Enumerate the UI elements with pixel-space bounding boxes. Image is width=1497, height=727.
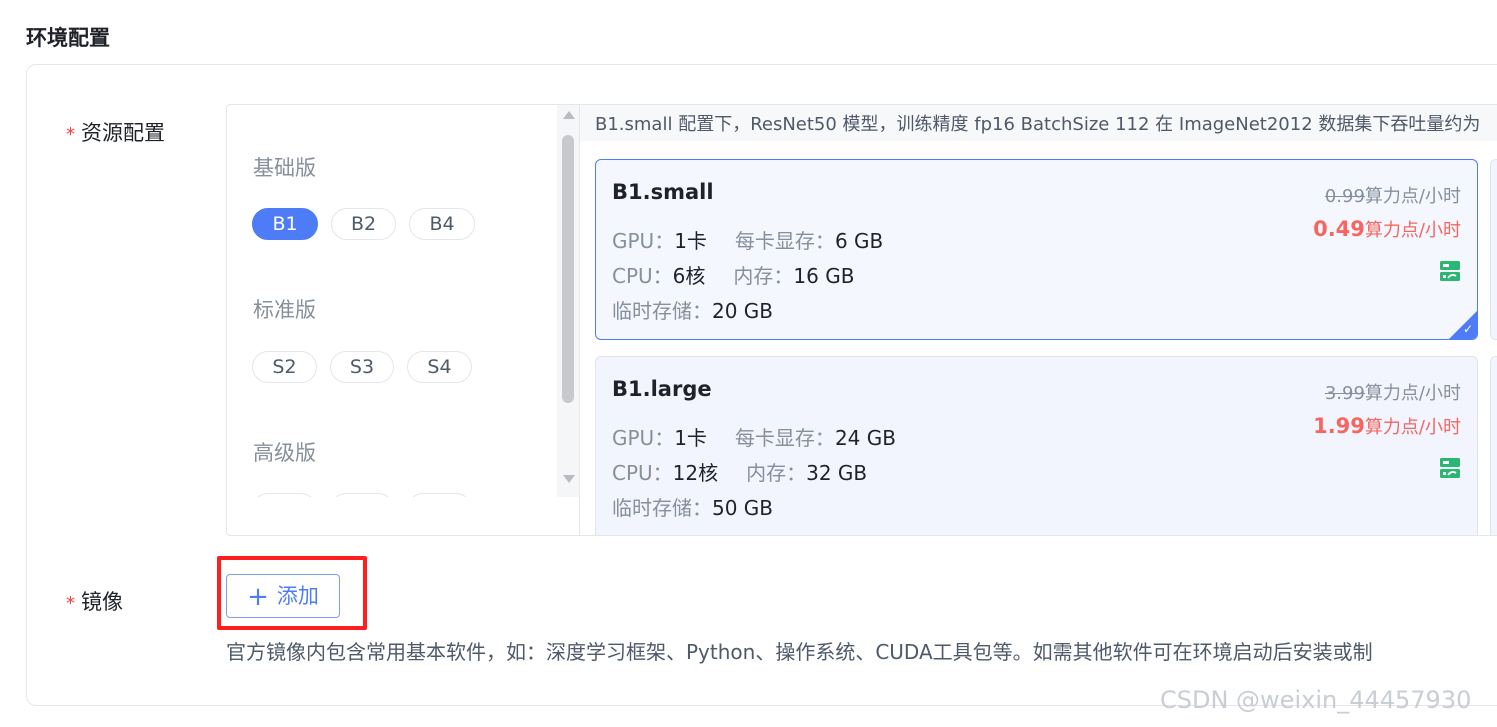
storage-value: 50 GB	[712, 496, 774, 520]
tier-chip-b2[interactable]: B2	[331, 208, 396, 240]
resource-config-label-text: 资源配置	[81, 121, 165, 145]
spec-row-cpu: CPU：6核 内存：16 GB	[612, 260, 854, 289]
cpu-value: 6核	[672, 264, 706, 288]
spec-row-storage: 临时存储：50 GB	[612, 492, 773, 521]
spec-name: B1.small	[612, 180, 714, 204]
required-mark: *	[66, 124, 75, 145]
gpu-value: 1卡	[674, 229, 707, 253]
check-icon: ✓	[1462, 322, 1473, 336]
discount-price: 0.49算力点/小时	[1313, 217, 1461, 241]
highlight-box	[217, 556, 367, 630]
tier-chip-b4[interactable]: B4	[409, 208, 475, 240]
cpu-value: 12核	[672, 461, 719, 485]
original-price: 0.99算力点/小时	[1324, 186, 1461, 207]
watermark: CSDN @weixin_44457930	[1160, 686, 1472, 714]
cpu-label: CPU：	[612, 264, 673, 288]
required-mark: *	[66, 593, 75, 614]
spec-list: B1.small 配置下，ResNet50 模型，训练精度 fp16 Batch…	[580, 105, 1497, 535]
mem-value: 32 GB	[806, 461, 868, 485]
section-title: 环境配置	[26, 26, 110, 50]
storage-label: 临时存储：	[612, 496, 712, 520]
tier-chip-s3[interactable]: S3	[330, 351, 394, 383]
gpu-value: 1卡	[674, 426, 707, 450]
spec-row-gpu: GPU：1卡 每卡显存：6 GB	[612, 225, 883, 254]
spec-row-cpu: CPU：12核 内存：32 GB	[612, 457, 867, 486]
tier-title-basic: 基础版	[253, 156, 316, 180]
scroll-thumb[interactable]	[562, 135, 574, 403]
vram-label: 每卡显存：	[734, 229, 835, 253]
discount-price: 1.99算力点/小时	[1313, 414, 1461, 438]
server-icon	[1440, 261, 1460, 281]
storage-value: 20 GB	[712, 299, 774, 323]
scroll-down-arrow-icon[interactable]	[563, 475, 575, 483]
resource-selector: 基础版 B1 B2 B4 标准版 S2 S3 S4 高级版 B1.small 配…	[226, 104, 1497, 536]
mem-label: 内存：	[733, 264, 794, 288]
gpu-label: GPU：	[612, 426, 675, 450]
storage-label: 临时存储：	[612, 299, 712, 323]
vram-value: 6 GB	[834, 229, 884, 253]
gpu-label: GPU：	[612, 229, 675, 253]
tier-chip-s4[interactable]: S4	[407, 351, 472, 383]
tier-title-standard: 标准版	[253, 298, 316, 322]
image-label: * 镜像	[66, 586, 123, 616]
tier-chip-partial[interactable]	[330, 493, 394, 497]
image-label-text: 镜像	[81, 590, 123, 614]
mem-value: 16 GB	[793, 264, 855, 288]
tier-scrollbar[interactable]	[557, 105, 579, 497]
resource-config-label: * 资源配置	[66, 117, 165, 147]
image-help-text: 官方镜像内包含常用基本软件，如：深度学习框架、Python、操作系统、CUDA工…	[226, 640, 1373, 664]
original-price: 3.99算力点/小时	[1324, 383, 1461, 404]
scroll-up-arrow-icon[interactable]	[563, 111, 575, 119]
spec-card-peek[interactable]	[1490, 159, 1497, 340]
tier-chip-s2[interactable]: S2	[252, 351, 317, 383]
spec-card-peek[interactable]	[1490, 356, 1497, 535]
performance-note: B1.small 配置下，ResNet50 模型，训练精度 fp16 Batch…	[580, 105, 1497, 141]
spec-row-gpu: GPU：1卡 每卡显存：24 GB	[612, 422, 896, 451]
tier-list[interactable]: 基础版 B1 B2 B4 标准版 S2 S3 S4 高级版	[227, 105, 555, 497]
tier-chip-partial[interactable]	[407, 493, 472, 497]
spec-card-b1-small[interactable]: B1.small GPU：1卡 每卡显存：6 GB CPU：6核 内存：16 GB …	[595, 159, 1478, 340]
spec-row-storage: 临时存储：20 GB	[612, 295, 773, 324]
vram-label: 每卡显存：	[734, 426, 835, 450]
spec-name: B1.large	[612, 377, 712, 401]
vram-value: 24 GB	[834, 426, 896, 450]
tier-title-advanced: 高级版	[253, 441, 316, 465]
cpu-label: CPU：	[612, 461, 673, 485]
tier-chip-partial[interactable]	[252, 493, 317, 497]
spec-card-b1-large[interactable]: B1.large GPU：1卡 每卡显存：24 GB CPU：12核 内存：32 G…	[595, 356, 1478, 535]
tier-chip-b1[interactable]: B1	[252, 208, 318, 240]
mem-label: 内存：	[746, 461, 807, 485]
server-icon	[1440, 458, 1460, 478]
